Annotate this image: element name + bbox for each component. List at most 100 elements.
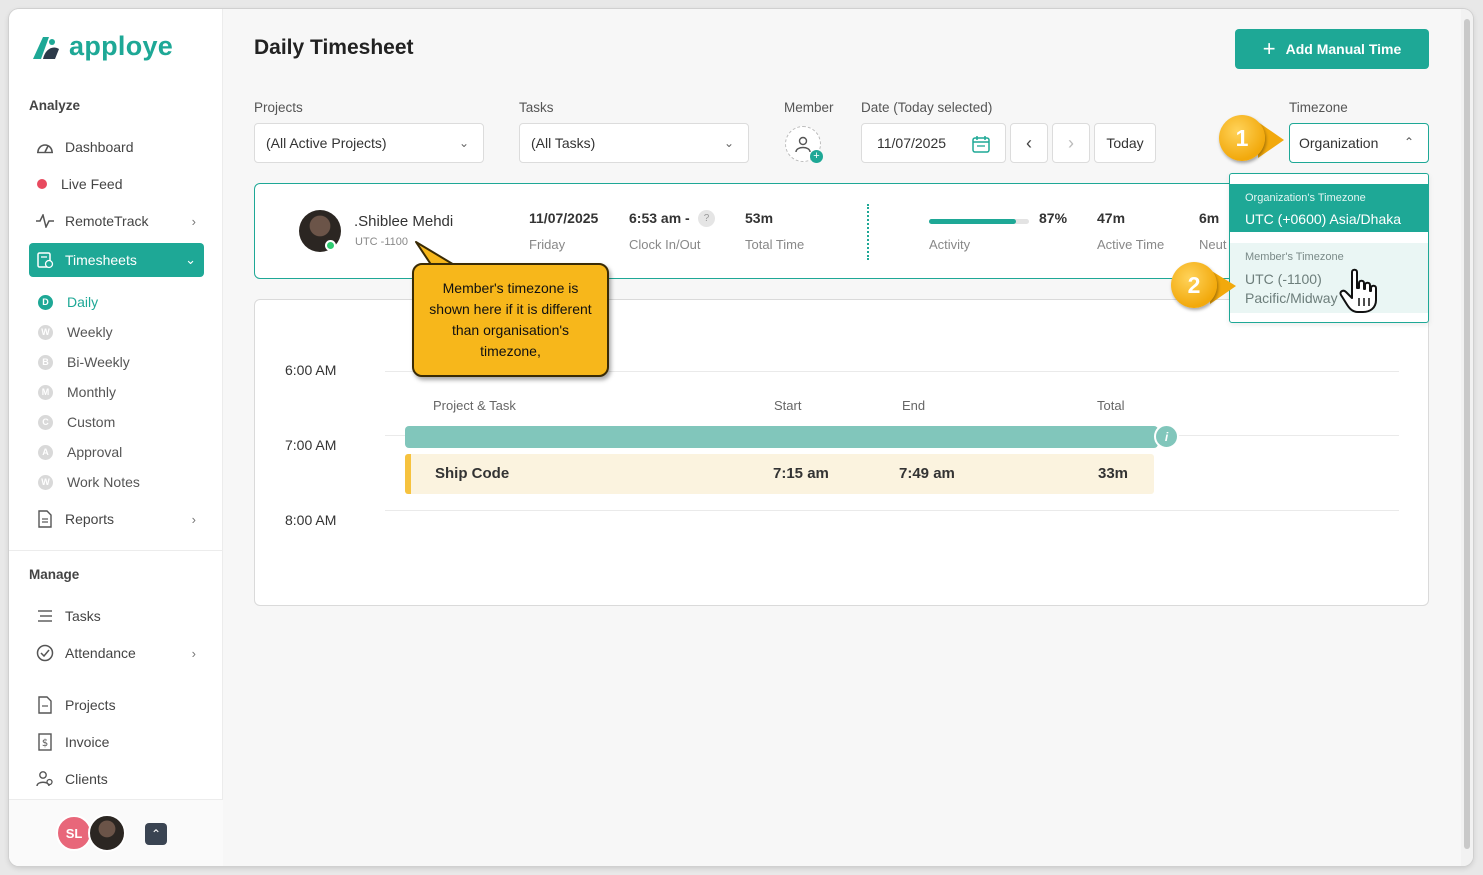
option-title: Organization's Timezone bbox=[1245, 192, 1366, 204]
info-icon[interactable]: i bbox=[1154, 424, 1179, 449]
sub-item-daily[interactable]: D Daily bbox=[38, 290, 98, 314]
organization-avatar[interactable]: SL bbox=[56, 815, 92, 851]
hour-gridline bbox=[385, 510, 1399, 511]
sidebar-item-tasks[interactable]: Tasks bbox=[29, 599, 204, 633]
neutral-time-label: Neut bbox=[1199, 237, 1227, 252]
pointer-hand-icon bbox=[1339, 268, 1377, 313]
column-header-end: End bbox=[902, 398, 926, 413]
total-time-value: 53m bbox=[745, 210, 774, 226]
projects-select[interactable]: (All Active Projects) ⌄ bbox=[254, 123, 484, 163]
sidebar-item-label: Reports bbox=[65, 511, 115, 527]
sidebar-item-label: Tasks bbox=[65, 608, 101, 624]
date-value: 11/07/2025 bbox=[877, 135, 947, 151]
timesheet-icon bbox=[35, 250, 55, 270]
chevron-up-icon[interactable]: ⌃ bbox=[145, 823, 167, 845]
user-avatar[interactable] bbox=[88, 814, 126, 852]
sub-item-label: Bi-Weekly bbox=[67, 354, 130, 370]
sub-item-badge: C bbox=[38, 414, 53, 430]
entry-end: 7:49 am bbox=[899, 465, 955, 482]
vertical-scrollbar[interactable] bbox=[1461, 9, 1473, 866]
sidebar-item-timesheets[interactable]: Timesheets ⌄ bbox=[29, 243, 204, 277]
sub-item-badge: B bbox=[38, 354, 53, 370]
chevron-down-icon: ⌄ bbox=[185, 252, 196, 267]
chevron-down-icon: ⌄ bbox=[458, 136, 469, 150]
sidebar-item-label: Timesheets bbox=[65, 252, 137, 268]
neutral-time-value: 6m bbox=[1199, 210, 1220, 226]
time-entry-row[interactable]: Ship Code 7:15 am 7:49 am 33m bbox=[405, 454, 1154, 494]
entry-total: 33m bbox=[1098, 465, 1129, 482]
sidebar-divider bbox=[9, 550, 223, 551]
sidebar-item-projects[interactable]: Projects bbox=[29, 688, 204, 722]
step-badge-2: 2 bbox=[1171, 262, 1217, 308]
sub-item-label: Weekly bbox=[67, 324, 113, 340]
timezone-label: Timezone bbox=[1289, 100, 1348, 115]
add-manual-time-label: Add Manual Time bbox=[1285, 41, 1402, 57]
sub-item-work-notes[interactable]: W Work Notes bbox=[38, 470, 140, 494]
app-logo[interactable]: apploye bbox=[29, 31, 173, 62]
help-icon[interactable]: ? bbox=[698, 210, 715, 227]
summary-date: 11/07/2025 bbox=[529, 210, 599, 226]
timezone-option-organization[interactable]: Organization's Timezone UTC (+0600) Asia… bbox=[1230, 184, 1428, 232]
clients-icon bbox=[35, 769, 55, 789]
sidebar-item-label: Attendance bbox=[65, 645, 136, 661]
clock-in-out-label: Clock In/Out bbox=[629, 237, 701, 252]
add-manual-time-button[interactable]: + Add Manual Time bbox=[1235, 29, 1429, 69]
sub-item-weekly[interactable]: W Weekly bbox=[38, 320, 113, 344]
sidebar-item-clients[interactable]: Clients bbox=[29, 762, 204, 796]
check-circle-icon bbox=[35, 643, 55, 663]
option-value: UTC (+0600) Asia/Dhaka bbox=[1245, 211, 1402, 227]
column-header-start: Start bbox=[774, 398, 802, 413]
analyze-section-title: Analyze bbox=[29, 98, 81, 113]
scrollbar-thumb[interactable] bbox=[1464, 19, 1470, 849]
sub-item-custom[interactable]: C Custom bbox=[38, 410, 115, 434]
entry-task: Ship Code bbox=[435, 465, 510, 482]
tasks-select-value: (All Tasks) bbox=[531, 135, 596, 151]
manage-section-title: Manage bbox=[29, 567, 80, 582]
sub-item-label: Work Notes bbox=[67, 474, 140, 490]
today-button[interactable]: Today bbox=[1094, 123, 1156, 163]
sidebar-item-reports[interactable]: Reports › bbox=[29, 502, 204, 536]
sidebar-item-label: Live Feed bbox=[61, 176, 123, 192]
next-day-button[interactable]: › bbox=[1052, 123, 1090, 163]
sidebar-item-dashboard[interactable]: Dashboard bbox=[29, 130, 204, 164]
sidebar-item-attendance[interactable]: Attendance › bbox=[29, 636, 204, 670]
entry-start: 7:15 am bbox=[773, 465, 829, 482]
sub-item-bi-weekly[interactable]: B Bi-Weekly bbox=[38, 350, 130, 374]
date-picker[interactable]: 11/07/2025 bbox=[861, 123, 1006, 163]
sub-item-label: Approval bbox=[67, 444, 123, 460]
svg-text:$: $ bbox=[42, 738, 48, 749]
member-label: Member bbox=[784, 100, 834, 115]
sidebar-item-label: Dashboard bbox=[65, 139, 134, 155]
previous-day-button[interactable]: ‹ bbox=[1010, 123, 1048, 163]
chevron-right-icon: › bbox=[191, 511, 196, 527]
hour-label: 8:00 AM bbox=[285, 512, 337, 528]
page-title: Daily Timesheet bbox=[254, 36, 414, 59]
sub-item-badge: W bbox=[38, 474, 53, 490]
activity-progress-bar bbox=[929, 219, 1029, 224]
time-entry-bar[interactable] bbox=[405, 426, 1158, 448]
member-select-button[interactable]: + bbox=[785, 126, 823, 163]
timezone-select[interactable]: Organization ⌃ bbox=[1289, 123, 1429, 163]
activity-label: Activity bbox=[929, 237, 971, 252]
sub-item-approval[interactable]: A Approval bbox=[38, 440, 122, 464]
sub-item-badge: D bbox=[38, 294, 53, 310]
timezone-option-member[interactable]: Member's Timezone UTC (-1100) Pacific/Mi… bbox=[1230, 243, 1428, 313]
tasks-select[interactable]: (All Tasks) ⌄ bbox=[519, 123, 749, 163]
sub-item-badge: M bbox=[38, 384, 53, 400]
live-indicator-icon bbox=[37, 179, 47, 189]
sidebar-item-live-feed[interactable]: Live Feed bbox=[29, 167, 204, 201]
clock-in-out-value: 6:53 am - bbox=[629, 210, 690, 226]
sub-item-monthly[interactable]: M Monthly bbox=[38, 380, 116, 404]
projects-label: Projects bbox=[254, 100, 303, 115]
app-name: apploye bbox=[69, 31, 174, 61]
active-time-value: 47m bbox=[1097, 210, 1126, 226]
sidebar-item-invoice[interactable]: $ Invoice bbox=[29, 725, 204, 759]
total-time-label: Total Time bbox=[745, 237, 805, 252]
activity-progress-fill bbox=[929, 219, 1016, 224]
invoice-icon: $ bbox=[35, 732, 55, 752]
column-header-total: Total bbox=[1097, 398, 1125, 413]
activity-percent: 87% bbox=[1039, 210, 1068, 226]
projects-select-value: (All Active Projects) bbox=[266, 135, 387, 151]
sidebar-item-remotetrack[interactable]: RemoteTrack › bbox=[29, 204, 204, 238]
sidebar-item-label: RemoteTrack bbox=[65, 213, 149, 229]
